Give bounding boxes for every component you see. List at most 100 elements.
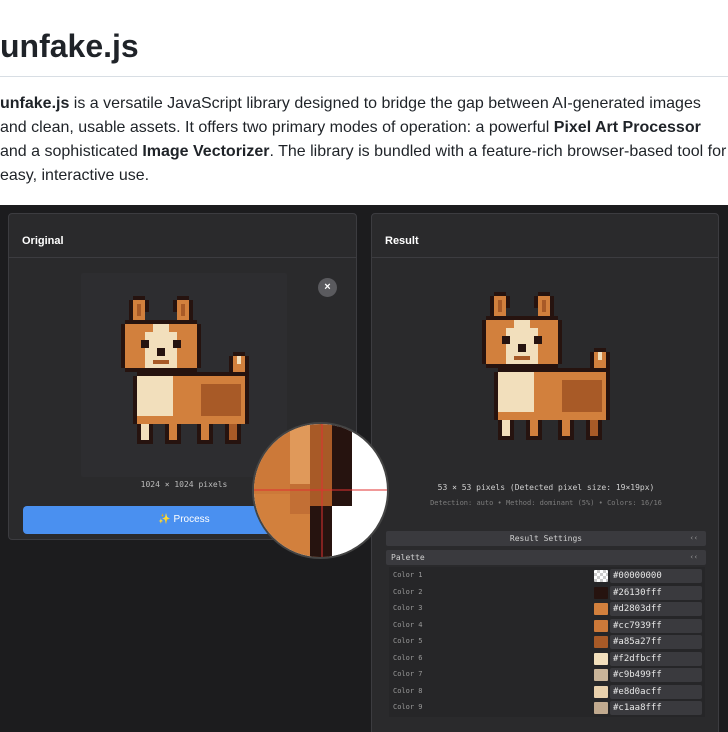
- palette-row: Color 7 #c9b499ff: [389, 666, 705, 683]
- original-corgi-image: [121, 296, 249, 444]
- color-swatch[interactable]: [594, 652, 608, 665]
- corgi-pixel: [594, 348, 606, 352]
- palette-hex-input[interactable]: #c9b499ff: [610, 668, 702, 682]
- corgi-pixel: [125, 320, 197, 324]
- corgi-pixel: [233, 352, 245, 356]
- palette-color-name: Color 5: [393, 637, 423, 645]
- corgi-pixel: [229, 356, 233, 372]
- corgi-pixel: [494, 292, 506, 296]
- corgi-pixel: [197, 324, 201, 368]
- page-title: unfake.js: [0, 28, 139, 64]
- corgi-pixel: [538, 292, 550, 296]
- corgi-pixels: [121, 296, 249, 444]
- intro-paragraph: unfake.js is a versatile JavaScript libr…: [0, 92, 728, 188]
- corgi-pixel: [201, 384, 241, 416]
- corgi-pixel: [125, 368, 197, 372]
- corgi-pixel: [506, 296, 510, 308]
- color-swatch[interactable]: [594, 636, 608, 648]
- corgi-pixel: [173, 300, 177, 312]
- palette-color-name: Color 2: [393, 587, 423, 596]
- result-settings-label: Result Settings: [509, 534, 583, 543]
- corgi-pixel: [590, 420, 598, 436]
- color-swatch[interactable]: [594, 586, 608, 599]
- palette-label: Palette: [391, 553, 425, 562]
- color-swatch[interactable]: [594, 702, 608, 714]
- palette-hex-input[interactable]: #26130fff: [610, 585, 702, 600]
- chevron-icon: ‹‹: [689, 553, 698, 561]
- corgi-pixel: [145, 300, 149, 312]
- corgi-pixel: [177, 296, 189, 300]
- app-screenshot: Original × 1024 × 1024 pixels ✨ Process …: [0, 205, 728, 732]
- corgi-pixel: [486, 316, 558, 320]
- corgi-pixel: [530, 420, 538, 436]
- color-swatch[interactable]: [594, 685, 608, 698]
- intro-mode-vectorizer: Image Vectorizer: [142, 143, 270, 160]
- result-panel-heading: Result: [372, 214, 718, 258]
- color-swatch[interactable]: [594, 603, 608, 615]
- corgi-pixel: [153, 324, 169, 336]
- corgi-pixel: [558, 320, 562, 364]
- magnifier-view: [254, 424, 387, 557]
- corgi-pixel: [245, 372, 249, 424]
- palette-color-name: Color 9: [393, 703, 423, 711]
- intro-text-2: and a sophisticated: [0, 143, 143, 160]
- palette-color-name: Color 8: [393, 686, 423, 695]
- palette-color-name: Color 3: [393, 604, 423, 612]
- corgi-pixel: [502, 336, 510, 344]
- corgi-pixel: [502, 420, 510, 436]
- corgi-pixel: [542, 300, 546, 312]
- corgi-pixel: [229, 424, 237, 440]
- corgi-pixel: [534, 336, 542, 344]
- corgi-pixel: [173, 340, 181, 348]
- palette-hex-input[interactable]: #c1aa8fff: [610, 701, 702, 715]
- palette-row: Color 1 #00000000: [389, 567, 705, 584]
- result-panel: Result 53 × 53 pixels (Detected pixel si…: [371, 213, 719, 732]
- corgi-pixel: [133, 376, 137, 424]
- palette-color-name: Color 6: [393, 653, 423, 662]
- palette-row: Color 9 #c1aa8fff: [389, 699, 705, 716]
- corgi-pixel: [494, 372, 498, 420]
- palette-toggle[interactable]: Palette ‹‹: [386, 550, 706, 565]
- color-swatch[interactable]: [594, 570, 608, 582]
- palette-row: Color 4 #cc7939ff: [389, 617, 705, 634]
- palette-color-name: Color 1: [393, 571, 423, 579]
- palette-row: Color 8 #e8d0acff: [389, 683, 705, 700]
- palette-hex-input[interactable]: #00000000: [610, 569, 702, 583]
- palette-row: Color 5 #a85a27ff: [389, 633, 705, 650]
- magnifier-loupe: [252, 422, 389, 559]
- result-settings-toggle[interactable]: Result Settings ‹‹: [386, 531, 706, 546]
- palette-row: Color 6 #f2dfbcff: [389, 650, 705, 667]
- close-icon[interactable]: ×: [318, 278, 337, 297]
- corgi-pixel: [157, 348, 165, 356]
- chevron-icon: ‹‹: [689, 534, 698, 542]
- corgi-pixel: [590, 352, 594, 368]
- corgi-pixel: [606, 368, 610, 420]
- result-corgi-image: [482, 292, 610, 440]
- intro-mode-pixel-art: Pixel Art Processor: [553, 119, 701, 136]
- corgi-pixel: [153, 360, 169, 364]
- palette-color-name: Color 7: [393, 670, 423, 678]
- corgi-pixel: [534, 296, 538, 308]
- corgi-pixel: [181, 304, 185, 316]
- palette-hex-input[interactable]: #e8d0acff: [610, 684, 702, 699]
- intro-lib-name: unfake.js: [0, 95, 70, 112]
- palette-hex-input[interactable]: #cc7939ff: [610, 618, 702, 633]
- corgi-pixel: [498, 368, 606, 372]
- corgi-pixel: [562, 420, 570, 436]
- original-panel-heading: Original: [9, 214, 356, 258]
- corgi-pixel: [121, 324, 125, 368]
- palette-hex-input[interactable]: #d2803dff: [610, 602, 702, 616]
- result-dimensions: 53 × 53 pixels (Detected pixel size: 19×…: [437, 483, 655, 492]
- corgi-pixel: [141, 340, 149, 348]
- color-swatch[interactable]: [594, 619, 608, 632]
- result-detection-meta: Detection: auto • Method: dominant (5%) …: [430, 499, 662, 507]
- palette-hex-input[interactable]: #f2dfbcff: [610, 651, 702, 666]
- color-swatch[interactable]: [594, 669, 608, 681]
- corgi-pixel: [137, 304, 141, 316]
- palette-hex-input[interactable]: #a85a27ff: [610, 635, 702, 649]
- corgi-pixel: [169, 424, 177, 440]
- corgi-pixel: [133, 296, 145, 300]
- corgi-pixel: [201, 424, 209, 440]
- corgi-pixels: [482, 292, 610, 440]
- corgi-pixel: [141, 424, 149, 440]
